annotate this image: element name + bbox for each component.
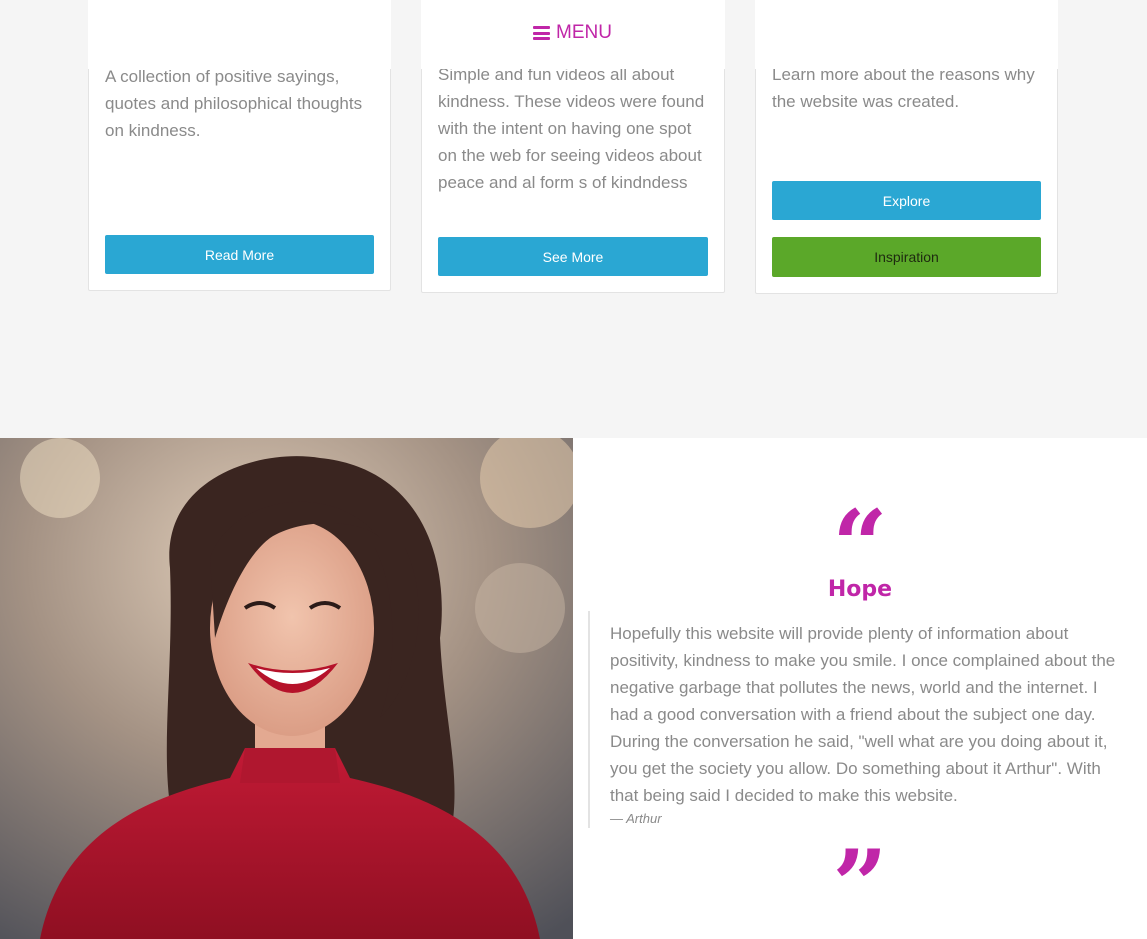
bars-icon: [533, 26, 550, 40]
see-more-button[interactable]: See More: [438, 237, 708, 276]
card-description: A collection of positive sayings, quotes…: [105, 67, 363, 140]
card-header-overlay: [88, 0, 391, 69]
inspiration-button[interactable]: Inspiration: [772, 237, 1041, 277]
blockquote: Hopefully this website will provide plen…: [588, 611, 1118, 828]
read-more-button[interactable]: Read More: [105, 235, 374, 274]
card-description: Simple and fun videos all about kindness…: [438, 65, 705, 192]
menu-toggle[interactable]: MENU: [533, 22, 612, 44]
quote-body: Hopefully this website will provide plen…: [610, 624, 1116, 805]
explore-button[interactable]: Explore: [772, 181, 1041, 220]
card-description: Learn more about the reasons why the web…: [772, 65, 1035, 111]
testimonial-section: “ Hope Hopefully this website will provi…: [573, 438, 1147, 939]
menu-label: MENU: [556, 22, 612, 43]
quote-author: — Arthur: [610, 811, 662, 826]
portrait-illustration: [0, 438, 573, 939]
quote-close-icon: ”: [832, 829, 888, 939]
card-header-overlay: [755, 0, 1058, 69]
quote-title: Hope: [827, 577, 893, 602]
smiling-woman-photo: [0, 438, 573, 939]
